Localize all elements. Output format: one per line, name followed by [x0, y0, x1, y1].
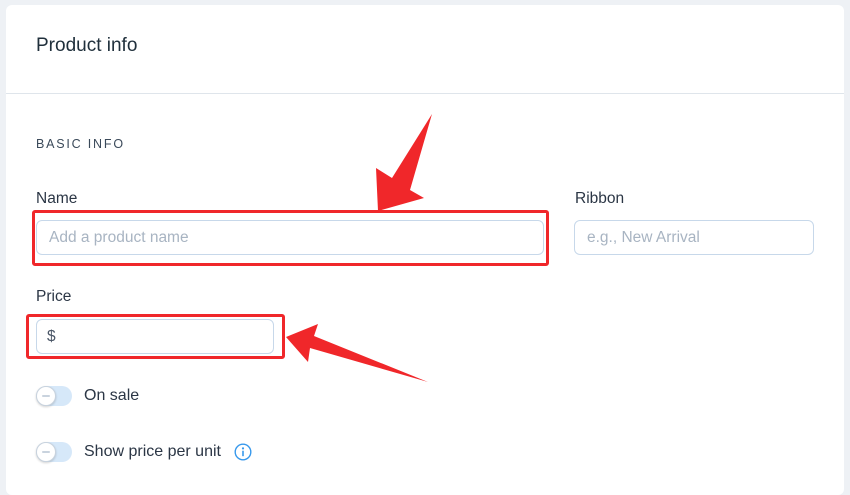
price-field-highlight [26, 314, 285, 359]
ribbon-label: Ribbon [575, 190, 625, 207]
card-header: Product info [6, 5, 844, 94]
toggle-knob [36, 386, 56, 406]
ribbon-input[interactable] [574, 220, 814, 255]
card-title: Product info [36, 35, 138, 56]
section-label-basic-info: BASIC INFO [36, 137, 125, 151]
name-field-highlight [32, 210, 549, 266]
info-circle-icon[interactable] [234, 443, 252, 461]
price-per-unit-toggle[interactable] [36, 442, 72, 462]
on-sale-toggle[interactable] [36, 386, 72, 406]
on-sale-label: On sale [84, 387, 140, 404]
toggle-knob [36, 442, 56, 462]
name-label: Name [36, 190, 78, 207]
price-per-unit-label: Show price per unit [84, 443, 221, 460]
price-label: Price [36, 288, 72, 305]
